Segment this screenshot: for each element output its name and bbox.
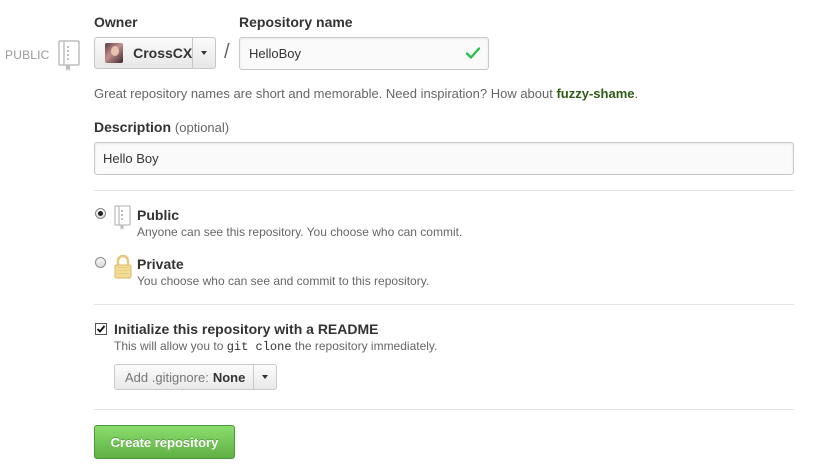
chevron-down-icon <box>201 51 208 55</box>
public-badge-label: PUBLIC <box>5 48 50 62</box>
owner-repo-separator: / <box>224 41 230 63</box>
check-icon <box>465 45 481 61</box>
create-repository-button[interactable]: Create repository <box>94 425 235 459</box>
owner-dropdown-toggle[interactable] <box>192 38 215 68</box>
repository-name-hint: Great repository names are short and mem… <box>94 86 638 101</box>
public-option-title: Public <box>137 207 180 223</box>
owner-label: Owner <box>94 14 138 30</box>
chevron-down-icon <box>262 375 268 379</box>
public-badge: PUBLIC <box>5 40 80 71</box>
description-label: Description (optional) <box>94 119 229 135</box>
readme-checkbox[interactable] <box>95 323 107 335</box>
gitignore-label: Add .gitignore: <box>125 369 209 385</box>
divider <box>94 304 794 305</box>
divider <box>94 409 794 410</box>
avatar <box>105 43 124 63</box>
gitignore-value: None <box>212 369 246 385</box>
repo-icon <box>57 40 80 71</box>
checkmark-icon <box>96 325 106 333</box>
public-radio[interactable] <box>95 208 106 219</box>
readme-option-description: This will allow you to git clone the rep… <box>114 339 437 354</box>
description-label-text: Description <box>94 119 172 135</box>
gitignore-select[interactable]: Add .gitignore: None <box>114 364 277 390</box>
readme-sub-code: git clone <box>226 340 292 354</box>
description-input[interactable] <box>94 142 794 175</box>
owner-select[interactable]: CrossCX <box>94 37 216 69</box>
public-option-description: Anyone can see this repository. You choo… <box>137 225 463 239</box>
gitignore-dropdown-toggle[interactable] <box>253 365 276 389</box>
readme-sub-before: This will allow you to <box>114 339 227 353</box>
hint-end: . <box>634 86 639 101</box>
lock-icon <box>113 254 133 285</box>
readme-option-title: Initialize this repository with a README <box>114 321 379 337</box>
new-repository-form: PUBLIC Owner CrossCX / Repository name H… <box>0 0 813 466</box>
description-optional: (optional) <box>174 120 230 135</box>
divider <box>94 190 794 191</box>
readme-sub-after: the repository immediately. <box>291 339 438 353</box>
hint-text: Great repository names are short and mem… <box>94 86 557 101</box>
owner-name: CrossCX <box>133 45 193 61</box>
private-radio[interactable] <box>95 257 106 268</box>
private-option-title: Private <box>137 256 184 272</box>
private-option-description: You choose who can see and commit to thi… <box>137 274 430 288</box>
repository-name-input[interactable] <box>239 37 489 70</box>
name-suggestion-link[interactable]: fuzzy-shame <box>556 86 634 101</box>
repo-icon <box>114 205 132 236</box>
repository-name-label: Repository name <box>239 14 353 30</box>
